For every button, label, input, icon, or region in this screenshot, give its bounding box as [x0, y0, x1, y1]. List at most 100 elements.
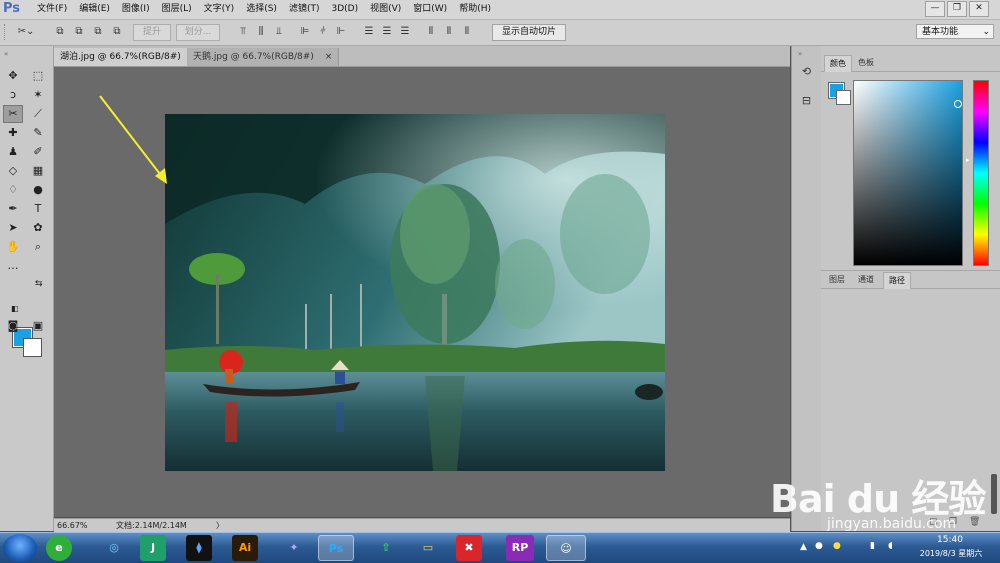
tray-network-icon[interactable]: ▮	[870, 541, 875, 551]
tab-channels[interactable]: 通道	[853, 272, 879, 288]
move-tool-icon[interactable]: ✥	[4, 68, 22, 84]
taskbar-app-explorer[interactable]: ▭	[410, 535, 446, 561]
type-tool-icon[interactable]: T	[29, 201, 47, 217]
zoom-tool-icon[interactable]: ⌕	[29, 239, 47, 255]
taskbar-app-cloud[interactable]: ◎	[96, 535, 132, 561]
align-top-icon[interactable]: ⫪	[236, 26, 250, 38]
hand-tool-icon[interactable]: ✋	[4, 239, 22, 255]
healing-brush-tool-icon[interactable]: ✚	[4, 125, 22, 141]
hue-slider-handle[interactable]: ▸	[966, 156, 970, 164]
menu-file[interactable]: 文件(F)	[31, 0, 73, 19]
gradient-tool-icon[interactable]: ▦	[29, 163, 47, 179]
tray-ime-icon[interactable]: ●	[833, 541, 841, 551]
menu-help[interactable]: 帮助(H)	[453, 0, 497, 19]
distribute-top-icon[interactable]: ☰	[362, 26, 376, 38]
distribute-vcenter-icon[interactable]: ☰	[380, 26, 394, 38]
align-right-icon[interactable]: ⊩	[334, 26, 348, 38]
collapse-arrows-icon[interactable]: «	[4, 50, 8, 58]
tray-qq-icon[interactable]: ●	[815, 541, 823, 551]
background-color-swatch[interactable]	[23, 338, 42, 357]
taskbar-app-browser[interactable]: e	[46, 535, 72, 561]
tab-paths[interactable]: 路径	[883, 272, 911, 289]
clone-stamp-tool-icon[interactable]: ♟	[4, 144, 22, 160]
taskbar-app-xmind[interactable]: ✖	[456, 535, 482, 561]
panel-background-swatch[interactable]	[836, 90, 851, 105]
quick-mask-icon[interactable]: ◙	[4, 318, 22, 334]
close-button[interactable]: ✕	[969, 1, 989, 17]
lasso-tool-icon[interactable]: ↄ	[4, 87, 22, 103]
more-tools-icon[interactable]: …	[4, 258, 22, 274]
zoom-level[interactable]: 66.67%	[57, 519, 88, 532]
tab-swatches[interactable]: 色板	[853, 55, 879, 71]
menu-layer[interactable]: 图层(L)	[156, 0, 198, 19]
menu-image[interactable]: 图像(I)	[116, 0, 156, 19]
marquee-tool-icon[interactable]: ⬚	[29, 68, 47, 84]
align-left-icon[interactable]: ⊫	[298, 26, 312, 38]
screen-mode-icon[interactable]: ▣	[29, 318, 47, 334]
distribute-bottom-icon[interactable]: ☰	[398, 26, 412, 38]
start-button[interactable]	[3, 534, 37, 562]
split-button[interactable]: 划分...	[176, 24, 220, 41]
history-panel-icon[interactable]: ⟲	[798, 63, 815, 80]
taskbar-app-axure[interactable]: RP	[506, 535, 534, 561]
menu-select[interactable]: 选择(S)	[240, 0, 283, 19]
distribute-hcenter-icon[interactable]: ⦀	[442, 26, 456, 38]
raise-button[interactable]: 提升	[133, 24, 171, 41]
taskbar-app-j[interactable]: J	[140, 535, 166, 561]
menu-type[interactable]: 文字(Y)	[198, 0, 241, 19]
color-picker-marker[interactable]	[954, 100, 962, 108]
tab-layers[interactable]: 图层	[824, 272, 850, 288]
default-colors-icon[interactable]: ◧	[11, 304, 19, 313]
brush-tool-icon[interactable]: ✎	[29, 125, 47, 141]
taskbar-app-photoshop[interactable]: Ps	[318, 535, 354, 561]
eyedropper-tool-icon[interactable]: ⟋	[29, 106, 47, 122]
panel-scrollbar[interactable]	[991, 474, 997, 514]
taskbar-app-illustrator[interactable]: Ai	[232, 535, 258, 561]
tab-close-icon[interactable]: ×	[325, 52, 333, 62]
restore-button[interactable]: ❐	[947, 1, 967, 17]
taskbar-app-user[interactable]: ☺	[546, 535, 586, 561]
align-hcenter-icon[interactable]: ⫩	[316, 26, 330, 38]
menu-3d[interactable]: 3D(D)	[325, 0, 364, 19]
color-picker-field[interactable]	[853, 80, 963, 266]
distribute-right-icon[interactable]: ⦀	[460, 26, 474, 38]
taskbar-app-green[interactable]: ⇧	[368, 535, 404, 561]
dodge-tool-icon[interactable]: ●	[29, 182, 47, 198]
show-auto-slices-button[interactable]: 显示自动切片	[492, 24, 566, 41]
taskbar-app-dark[interactable]: ⧫	[186, 535, 212, 561]
properties-panel-icon[interactable]: ⊟	[798, 92, 815, 109]
menu-filter[interactable]: 滤镜(T)	[283, 0, 326, 19]
shape-tool-icon[interactable]: ✿	[29, 220, 47, 236]
bring-forward-icon[interactable]: ⧉	[72, 26, 86, 38]
swap-colors-icon[interactable]: ⇆	[35, 279, 43, 289]
collapse-panels-icon[interactable]: »	[798, 50, 802, 58]
slice-tool-icon[interactable]: ✂	[3, 105, 23, 123]
tray-arrow-icon[interactable]: ▲	[800, 542, 807, 552]
tab-lake-document[interactable]: 湖泊.jpg @ 66.7%(RGB/8#) ×	[54, 48, 207, 66]
path-selection-tool-icon[interactable]: ➤	[4, 220, 22, 236]
slice-select-tool-icon[interactable]: ✂⌄	[14, 26, 38, 38]
send-back-icon[interactable]: ⧉	[110, 26, 124, 38]
hue-slider[interactable]	[973, 80, 989, 266]
workspace-select[interactable]: 基本功能 ⌄	[916, 24, 994, 39]
pen-tool-icon[interactable]: ✒	[4, 201, 22, 217]
bring-front-icon[interactable]: ⧉	[53, 26, 67, 38]
lake-photo[interactable]	[165, 114, 665, 471]
clock-time[interactable]: 15:40	[930, 535, 970, 545]
minimize-button[interactable]: —	[925, 1, 945, 17]
eraser-tool-icon[interactable]: ◇	[4, 163, 22, 179]
distribute-left-icon[interactable]: ⦀	[424, 26, 438, 38]
menu-edit[interactable]: 编辑(E)	[73, 0, 116, 19]
blur-tool-icon[interactable]: ♢	[4, 182, 22, 198]
magic-wand-tool-icon[interactable]: ✶	[29, 87, 47, 103]
align-vcenter-icon[interactable]: ⫼	[254, 26, 268, 38]
clock-date[interactable]: 2019/8/3 星期六	[906, 548, 996, 559]
menu-view[interactable]: 视图(V)	[364, 0, 407, 19]
taskbar-app-bird[interactable]: ✦	[276, 535, 312, 561]
status-menu-arrow[interactable]: 〉	[216, 519, 224, 532]
align-bottom-icon[interactable]: ⫫	[272, 26, 286, 38]
send-backward-icon[interactable]: ⧉	[91, 26, 105, 38]
tab-swan-document[interactable]: 天鹅.jpg @ 66.7%(RGB/8#) ×	[187, 48, 340, 66]
history-brush-tool-icon[interactable]: ✐	[29, 144, 47, 160]
tray-volume-icon[interactable]: ◖	[888, 541, 893, 551]
